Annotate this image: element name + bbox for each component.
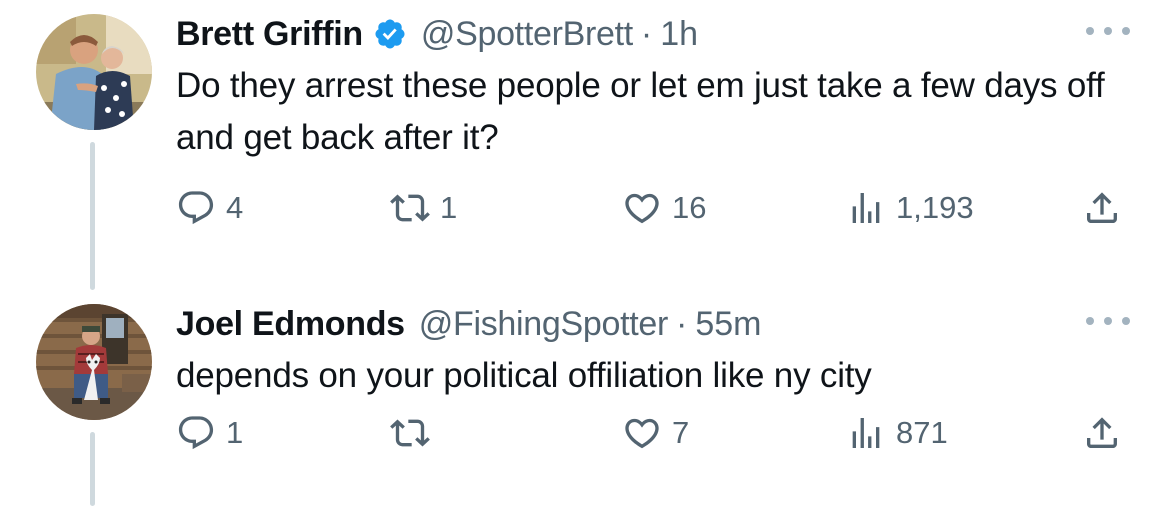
views-count: 1,193	[896, 190, 974, 225]
heart-icon	[625, 418, 659, 449]
reply-button[interactable]: 1	[176, 408, 243, 458]
like-button[interactable]: 7	[622, 408, 689, 458]
thread-line	[90, 142, 95, 290]
like-count: 16	[672, 190, 707, 225]
tweet-header: Joel Edmonds @FishingSpotter · 55m	[176, 302, 762, 346]
verified-badge-icon	[375, 19, 405, 49]
share-button[interactable]	[1082, 183, 1122, 233]
separator-dot: ·	[640, 14, 653, 53]
heart-icon	[625, 193, 659, 224]
reply-count: 1	[226, 415, 244, 450]
views-count: 871	[896, 415, 948, 450]
retweet-icon	[390, 194, 430, 222]
share-button[interactable]	[1082, 408, 1122, 458]
retweet-icon	[390, 419, 430, 447]
separator-dot: ·	[676, 304, 688, 343]
avatar[interactable]	[36, 14, 152, 130]
tweet-text: Do they arrest these people or let em ju…	[176, 66, 1105, 157]
tweet-text: depends on your political offiliation li…	[176, 356, 872, 395]
handle[interactable]: @SpotterBrett	[421, 15, 633, 54]
display-name[interactable]: Joel Edmonds	[176, 305, 405, 344]
avatar[interactable]	[36, 304, 152, 420]
action-bar: 4 1 16 1,193	[176, 183, 1136, 233]
analytics-icon	[852, 418, 880, 448]
timestamp[interactable]: 55m	[695, 305, 761, 344]
retweet-count: 1	[440, 190, 458, 225]
retweet-button[interactable]: 1	[390, 183, 457, 233]
views-button[interactable]: 1,193	[846, 183, 974, 233]
display-name[interactable]: Brett Griffin	[176, 15, 363, 54]
more-options-icon[interactable]	[1086, 16, 1130, 46]
thread-line	[90, 432, 95, 506]
analytics-icon	[852, 193, 880, 223]
retweet-button[interactable]	[390, 408, 440, 458]
share-icon	[1087, 417, 1117, 448]
tweet-header: Brett Griffin @SpotterBrett · 1h	[176, 12, 698, 56]
like-button[interactable]: 16	[622, 183, 706, 233]
tweet[interactable]: Brett Griffin @SpotterBrett · 1h Do they…	[0, 0, 1170, 290]
more-options-icon[interactable]	[1086, 306, 1130, 336]
avatar-photo	[36, 14, 152, 130]
reply-icon	[178, 191, 214, 225]
share-icon	[1087, 192, 1117, 223]
like-count: 7	[672, 415, 690, 450]
handle[interactable]: @FishingSpotter	[419, 305, 669, 344]
views-button[interactable]: 871	[846, 408, 948, 458]
reply-button[interactable]: 4	[176, 183, 243, 233]
timestamp[interactable]: 1h	[660, 15, 698, 54]
action-bar: 1 7 871	[176, 408, 1136, 458]
tweet[interactable]: Joel Edmonds @FishingSpotter · 55m depen…	[0, 290, 1170, 506]
reply-icon	[178, 416, 214, 450]
reply-count: 4	[226, 190, 244, 225]
avatar-photo	[36, 304, 152, 420]
